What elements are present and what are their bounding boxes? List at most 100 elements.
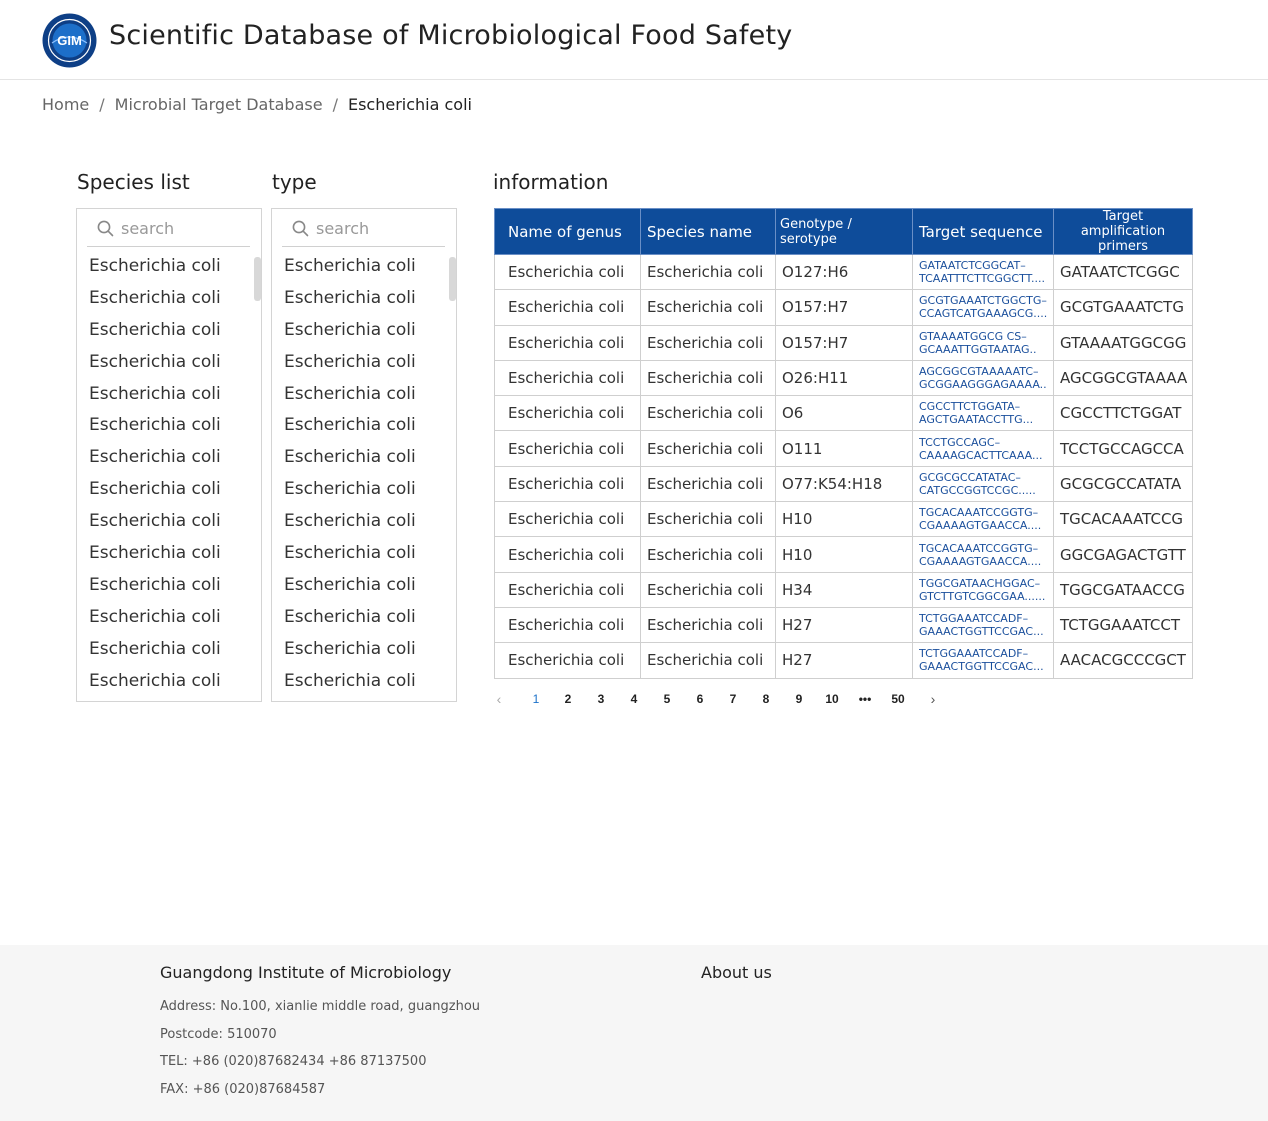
type-list-item[interactable]: Escherichia coli	[284, 442, 416, 474]
species-list-item[interactable]: Escherichia coli	[89, 538, 221, 570]
type-list-item[interactable]: Escherichia coli	[284, 666, 416, 698]
sequence-line: GCGGAAGGGAGAAAA..	[919, 378, 1047, 392]
type-list-item[interactable]: Escherichia coli	[284, 315, 416, 347]
cell-target-sequence[interactable]: TGCACAAATCCGGTG– CGAAAAGTGAACCA....	[912, 536, 1054, 573]
footer-postcode: Postcode: 510070	[160, 1027, 277, 1042]
species-list-item[interactable]: Escherichia coli	[89, 474, 221, 506]
table-row[interactable]: Escherichia coli Escherichia coli H27 TCTGG…	[494, 642, 1193, 679]
table-row[interactable]: Escherichia coli Escherichia coli O6 CGCCTT…	[494, 395, 1193, 432]
table-row[interactable]: Escherichia coli Escherichia coli O26:H11 A…	[494, 359, 1193, 397]
type-list-item[interactable]: Escherichia coli	[284, 379, 416, 411]
cell-target-sequence[interactable]: TGCACAAATCCGGTG– CGAAAAGTGAACCA....	[912, 501, 1054, 538]
column-header-genotype[interactable]: Genotype / serotype	[775, 208, 913, 255]
pagination-page[interactable]: 9	[787, 690, 811, 708]
species-list-item[interactable]: Escherichia coli	[89, 634, 221, 666]
type-list-item[interactable]: Escherichia coli	[284, 570, 416, 602]
species-list-item[interactable]: Escherichia coli	[89, 410, 221, 442]
pagination-page[interactable]: 4	[622, 690, 646, 708]
breadcrumb-parent[interactable]: Microbial Target Database	[115, 95, 323, 114]
sequence-line: TGCACAAATCCGGTG–	[919, 541, 1039, 555]
species-search-input[interactable]	[121, 215, 246, 241]
cell-target-sequence[interactable]: TGGCGATAACHGGAC– GTCTTGTCGGCGAA......	[912, 571, 1054, 608]
breadcrumb-home[interactable]: Home	[42, 95, 89, 114]
pagination-page[interactable]: 1	[524, 690, 548, 708]
cell-genotype: O111	[775, 430, 913, 467]
footer-about-link[interactable]: About us	[701, 963, 772, 982]
type-list-item[interactable]: Escherichia coli	[284, 634, 416, 666]
pagination-page[interactable]: 2	[556, 690, 580, 708]
type-list-item[interactable]: Escherichia coli	[284, 347, 416, 379]
cell-genotype: H27	[775, 642, 913, 679]
pagination-page[interactable]: 6	[688, 690, 712, 708]
sequence-line: GAAACTGGTTCCGAC...	[919, 625, 1044, 639]
cell-target-sequence[interactable]: AGCGGCGTAAAAATC– GCGGAAGGGAGAAAA..	[912, 359, 1054, 397]
type-list-item[interactable]: Escherichia coli	[284, 410, 416, 442]
sequence-line: TCTGGAAATCCADF–	[919, 647, 1029, 661]
type-list-item[interactable]: Escherichia coli	[284, 506, 416, 538]
table-row[interactable]: Escherichia coli Escherichia coli O127:H6 G…	[494, 253, 1193, 291]
sequence-line: GCGCGCCATATAC–	[919, 470, 1021, 484]
pagination-page[interactable]: 8	[754, 690, 778, 708]
column-header-species[interactable]: Species name	[640, 208, 776, 255]
type-list-scrollbar[interactable]	[449, 257, 456, 301]
cell-target-sequence[interactable]: TCCTGCCAGC– CAAAAGCACTTCAAA...	[912, 430, 1054, 467]
table-row[interactable]: Escherichia coli Escherichia coli H34 TGGCG…	[494, 571, 1193, 608]
sequence-line: CCAGTCATGAAAGCG....	[919, 307, 1047, 321]
species-list-item[interactable]: Escherichia coli	[89, 442, 221, 474]
table-row[interactable]: Escherichia coli Escherichia coli H10 TGCAC…	[494, 501, 1193, 538]
type-list-item[interactable]: Escherichia coli	[284, 251, 416, 283]
cell-target-sequence[interactable]: GATAATCTCGGCAT– TCAATTTCTTCGGCTT....	[912, 253, 1054, 291]
cell-target-sequence[interactable]: GCGCGCCATATAC– CATGCCGGTCCGC.....	[912, 465, 1054, 503]
type-list-item[interactable]: Escherichia coli	[284, 474, 416, 506]
species-list-item[interactable]: Escherichia coli	[89, 602, 221, 634]
pagination-page[interactable]: 5	[655, 690, 679, 708]
cell-primer: TCTGGAAATCCT	[1053, 606, 1193, 644]
type-search-input[interactable]	[316, 215, 441, 241]
species-list-item[interactable]: Escherichia coli	[89, 570, 221, 602]
cell-genotype: O26:H11	[775, 359, 913, 397]
column-header-target-sequence[interactable]: Target sequence	[912, 208, 1054, 255]
cell-genotype: O77:K54:H18	[775, 465, 913, 503]
cell-genus: Escherichia coli	[494, 571, 641, 608]
species-list-item[interactable]: Escherichia coli	[89, 251, 221, 283]
pagination-prev-icon[interactable]: ‹	[487, 690, 511, 708]
cell-target-sequence[interactable]: CGCCTTCTGGATA– AGCTGAATACCTTG...	[912, 395, 1054, 432]
column-header-primers[interactable]: Target amplification primers	[1053, 208, 1193, 255]
table-row[interactable]: Escherichia coli Escherichia coli H27 TCTGG…	[494, 606, 1193, 644]
sequence-line: CGAAAAGTGAACCA....	[919, 519, 1042, 533]
cell-primer: GTAAAATGGCGG	[1053, 324, 1193, 361]
cell-target-sequence[interactable]: GTAAAATGGCG CS– GCAAATTGGTAATAG..	[912, 324, 1054, 361]
table-row[interactable]: Escherichia coli Escherichia coli H10 TGCAC…	[494, 536, 1193, 573]
pagination-page[interactable]: 50	[886, 690, 910, 708]
cell-genus: Escherichia coli	[494, 253, 641, 291]
site-footer: Guangdong Institute of Microbiology Abou…	[0, 945, 1268, 1121]
type-list-item[interactable]: Escherichia coli	[284, 283, 416, 315]
type-list-item[interactable]: Escherichia coli	[284, 602, 416, 634]
cell-target-sequence[interactable]: TCTGGAAATCCADF– GAAACTGGTTCCGAC...	[912, 642, 1054, 679]
cell-target-sequence[interactable]: TCTGGAAATCCADF– GAAACTGGTTCCGAC...	[912, 606, 1054, 644]
type-list-item[interactable]: Escherichia coli	[284, 538, 416, 570]
species-list-scrollbar[interactable]	[254, 257, 261, 301]
pagination-next-icon[interactable]: ›	[921, 690, 945, 708]
cell-target-sequence[interactable]: GCGTGAAATCTGGCTG– CCAGTCATGAAAGCG....	[912, 289, 1054, 326]
pagination-page[interactable]: 10	[820, 690, 844, 708]
species-list-item[interactable]: Escherichia coli	[89, 666, 221, 698]
institute-logo-icon[interactable]: GIM	[42, 13, 97, 68]
species-list-item[interactable]: Escherichia coli	[89, 506, 221, 538]
table-row[interactable]: Escherichia coli Escherichia coli O77:K54:…	[494, 465, 1193, 503]
species-search-box	[87, 209, 250, 247]
pagination-page[interactable]: 7	[721, 690, 745, 708]
cell-genus: Escherichia coli	[494, 465, 641, 503]
species-list-item[interactable]: Escherichia coli	[89, 283, 221, 315]
sequence-line: TGGCGATAACHGGAC–	[919, 576, 1041, 590]
pagination-ellipsis[interactable]: •••	[853, 690, 877, 708]
site-header: GIM Scientific Database of Microbiologic…	[0, 0, 1268, 80]
species-list-item[interactable]: Escherichia coli	[89, 315, 221, 347]
table-row[interactable]: Escherichia coli Escherichia coli O157:H7 G…	[494, 289, 1193, 326]
pagination-page[interactable]: 3	[589, 690, 613, 708]
column-header-genus[interactable]: Name of genus	[494, 208, 641, 255]
species-list-item[interactable]: Escherichia coli	[89, 379, 221, 411]
species-list-item[interactable]: Escherichia coli	[89, 347, 221, 379]
table-row[interactable]: Escherichia coli Escherichia coli O157:H7 G…	[494, 324, 1193, 361]
table-row[interactable]: Escherichia coli Escherichia coli O111 TCCT…	[494, 430, 1193, 467]
